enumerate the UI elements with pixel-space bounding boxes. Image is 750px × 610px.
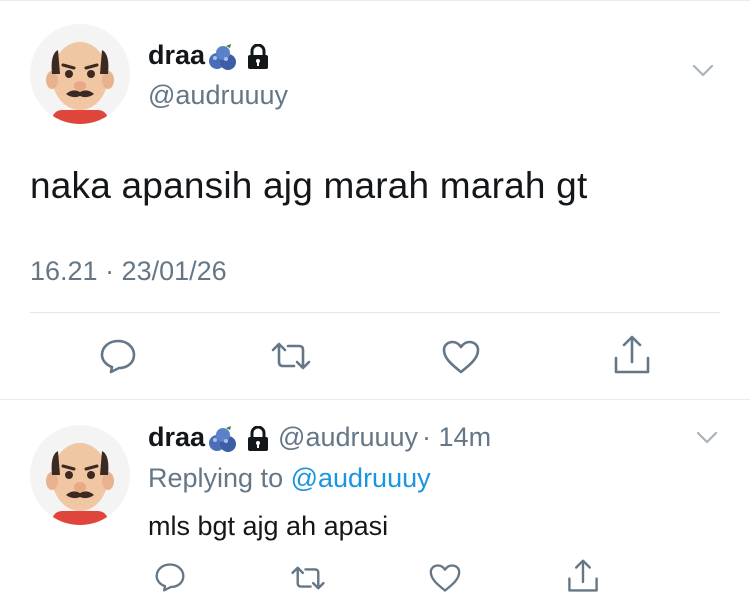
- chevron-down-icon: [692, 64, 714, 77]
- avatar[interactable]: [30, 425, 130, 525]
- share-button[interactable]: [612, 334, 652, 376]
- lock-icon: [246, 425, 270, 457]
- actions-divider: [30, 312, 720, 313]
- share-icon: [614, 335, 650, 374]
- handle[interactable]: @audruuuy: [278, 422, 418, 452]
- lock-icon: [246, 43, 270, 75]
- replying-to-handle-link[interactable]: @audruuuy: [291, 463, 431, 493]
- display-name[interactable]: draa: [148, 40, 205, 70]
- display-name[interactable]: draa: [148, 422, 205, 452]
- reply-button[interactable]: [99, 338, 137, 374]
- tweet-timestamp[interactable]: 16.21 · 23/01/26: [30, 256, 227, 287]
- like-button[interactable]: [441, 339, 481, 375]
- tweet-menu-button[interactable]: [692, 64, 714, 83]
- reply-time: · 14m: [422, 422, 492, 452]
- replying-to: Replying to @audruuuy: [148, 463, 431, 494]
- reply-icon: [100, 339, 136, 374]
- blueberries-emoji-icon: [208, 425, 238, 458]
- chevron-down-icon: [696, 431, 718, 444]
- tweet-text: naka apansih ajg marah marah gt: [30, 165, 588, 206]
- retweet-icon: [271, 342, 311, 370]
- share-icon: [568, 559, 598, 592]
- blueberries-emoji-icon: [208, 43, 238, 76]
- handle[interactable]: @audruuuy: [148, 80, 288, 111]
- avatar-memoji-image: [30, 425, 130, 525]
- reply-button[interactable]: [154, 562, 186, 592]
- retweet-button[interactable]: [270, 340, 312, 372]
- top-divider: [0, 0, 750, 1]
- heart-icon: [442, 340, 480, 374]
- reply-icon: [155, 563, 185, 592]
- avatar-memoji-image: [30, 24, 130, 124]
- tweet-text: mls bgt ajg ah apasi: [148, 511, 389, 541]
- retweet-icon: [291, 566, 325, 590]
- heart-icon: [429, 564, 461, 592]
- retweet-button[interactable]: [290, 564, 326, 592]
- tweet-separator: [0, 399, 750, 400]
- share-button[interactable]: [566, 558, 600, 594]
- tweet-menu-button[interactable]: [696, 431, 718, 450]
- avatar[interactable]: [30, 24, 130, 124]
- replying-to-label: Replying to: [148, 463, 284, 493]
- like-button[interactable]: [428, 563, 462, 593]
